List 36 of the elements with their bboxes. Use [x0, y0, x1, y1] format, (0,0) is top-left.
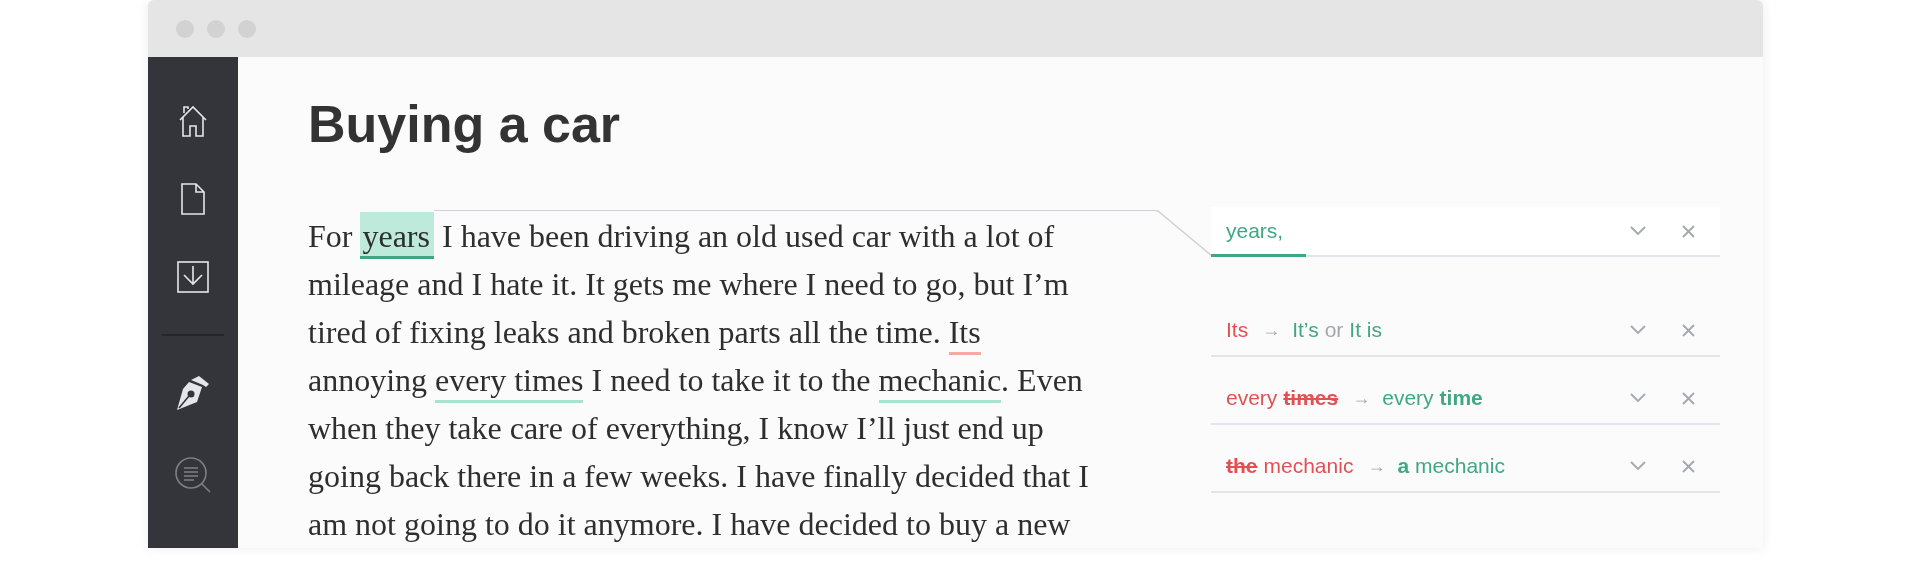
flagged-word[interactable]: every times	[435, 362, 584, 404]
suggested-text: mechanic	[1415, 454, 1505, 479]
close-icon[interactable]	[1682, 323, 1695, 337]
flagged-text: times	[1283, 386, 1339, 411]
chevron-down-icon[interactable]	[1630, 325, 1646, 336]
arrow-text: →	[1367, 455, 1386, 477]
home-icon[interactable]	[178, 104, 208, 138]
suggestion-card[interactable]: the mechanic → a mechanic	[1211, 441, 1720, 494]
flagged-word[interactable]: years	[360, 212, 434, 260]
conjunction-text: or	[1324, 318, 1344, 343]
flagged-text: mechanic	[1263, 454, 1354, 479]
arrow-text: →	[1352, 387, 1371, 409]
flagged-word[interactable]: Its	[948, 314, 981, 356]
suggested-text: time	[1439, 386, 1483, 411]
close-icon[interactable]	[1682, 224, 1695, 238]
suggested-text: It’s	[1292, 318, 1319, 343]
close-icon[interactable]	[1682, 459, 1695, 473]
suggestion-card[interactable]: Its → It’s or It is	[1211, 305, 1720, 358]
close-icon[interactable]	[1682, 391, 1695, 405]
suggestion-card[interactable]: every times → every time	[1211, 373, 1720, 426]
suggested-text: every	[1382, 386, 1434, 411]
suggested-text: years,	[1226, 219, 1284, 244]
pen-nib-icon[interactable]	[175, 374, 211, 412]
download-icon[interactable]	[176, 260, 210, 294]
chevron-down-icon[interactable]	[1630, 393, 1646, 404]
suggested-text: It is	[1349, 318, 1382, 343]
chevron-down-icon[interactable]	[1630, 226, 1646, 237]
document-icon[interactable]	[180, 182, 206, 216]
flagged-text: every	[1226, 386, 1278, 411]
arrow-text: →	[1262, 319, 1281, 341]
flagged-text: the	[1226, 454, 1258, 479]
document-title: Buying a car	[308, 94, 622, 155]
flagged-text: Its	[1226, 318, 1249, 343]
flagged-word[interactable]: mechanic	[878, 362, 1002, 404]
suggested-text: a	[1397, 454, 1410, 479]
chevron-down-icon[interactable]	[1630, 461, 1646, 472]
